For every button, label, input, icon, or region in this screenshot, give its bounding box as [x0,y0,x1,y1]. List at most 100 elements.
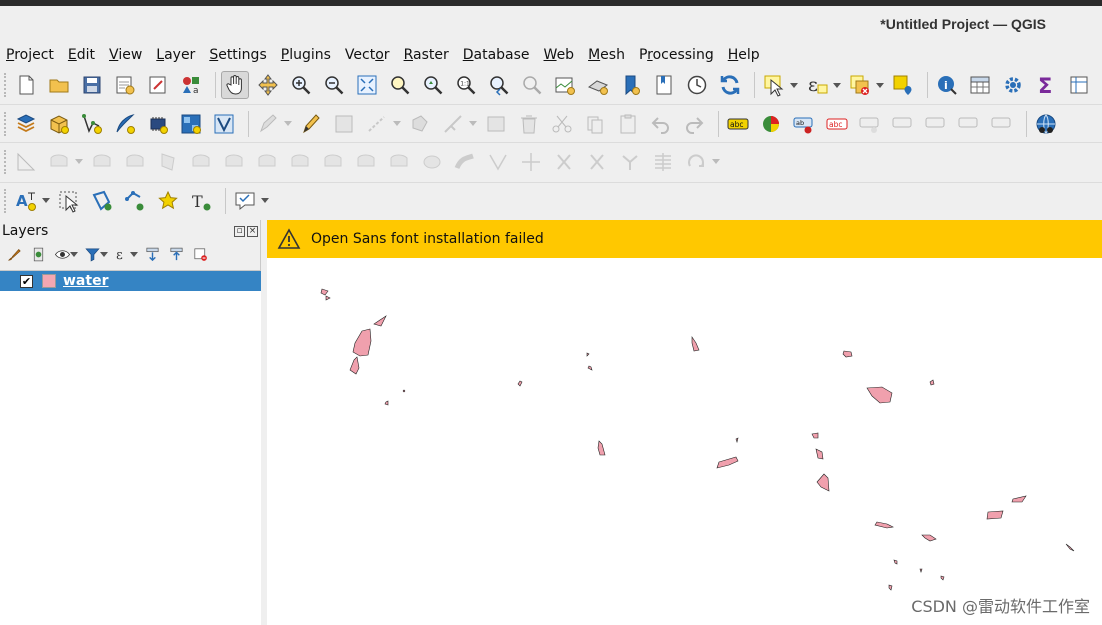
statistical-summary-button[interactable]: Σ [1032,71,1060,99]
water-polygon[interactable] [587,365,593,371]
water-polygon[interactable] [940,575,945,581]
measure-button[interactable] [1065,71,1093,99]
water-polygon[interactable] [919,568,923,573]
select-dropdown-arrow[interactable] [789,71,799,99]
menu-item-raster[interactable]: Raster [404,47,449,63]
water-polygon[interactable] [816,473,830,492]
map-themes-dropdown-arrow[interactable] [69,243,79,265]
expression-dropdown-arrow[interactable] [832,71,842,99]
menu-item-layer[interactable]: Layer [156,47,195,63]
zoom-native-resolution-button[interactable]: 1:1 [452,71,480,99]
new-bookmark-button[interactable] [617,71,645,99]
new-project-button[interactable] [12,71,40,99]
layer-name[interactable]: water [63,273,108,289]
layer-tree-item-water[interactable]: ✔ water [0,271,261,291]
water-polygon[interactable] [811,432,819,439]
layer-diagram-options-button[interactable] [757,110,785,138]
open-attribute-table-button[interactable] [966,71,994,99]
new-map-view-button[interactable] [551,71,579,99]
layer-labeling-options-button[interactable]: abc [724,110,752,138]
menu-item-edit[interactable]: Edit [68,47,95,63]
pan-map-button[interactable] [221,71,249,99]
pan-to-selection-button[interactable] [254,71,282,99]
new-temporary-layer-button[interactable] [144,110,172,138]
point-text-annotation-button[interactable]: T [187,187,215,215]
water-polygon[interactable] [842,350,853,358]
modify-annotations-button[interactable] [55,187,83,215]
water-polygon[interactable] [349,356,360,375]
toolbar-grip[interactable] [4,73,8,97]
close-panel-icon[interactable]: × [247,225,258,237]
menu-item-view[interactable]: View [109,47,142,63]
menu-item-mesh[interactable]: Mesh [588,47,625,63]
open-project-button[interactable] [45,71,73,99]
zoom-to-selection-button[interactable] [386,71,414,99]
new-shapefile-layer-button[interactable] [78,110,106,138]
menu-item-project[interactable]: Project [6,47,54,63]
water-polygon[interactable] [597,440,606,456]
menu-item-help[interactable]: Help [728,47,760,63]
select-location-button[interactable] [889,71,917,99]
new-virtual-vector-button[interactable] [210,110,238,138]
menu-item-web[interactable]: Web [544,47,575,63]
toggle-label-display-button[interactable]: abc [823,110,851,138]
collapse-all-button[interactable] [165,243,187,265]
float-panel-icon[interactable]: ▫ [234,225,245,237]
toggle-editing-button[interactable] [297,110,325,138]
water-polygon[interactable] [691,336,700,352]
layer-visibility-checkbox[interactable]: ✔ [20,274,33,288]
new-print-layout-button[interactable] [111,71,139,99]
new-3d-view-button[interactable] [584,71,612,99]
new-geopackage-layer-button[interactable] [45,110,73,138]
zoom-full-button[interactable] [353,71,381,99]
menu-item-database[interactable]: Database [463,47,530,63]
new-virtual-layer-button[interactable] [177,110,205,138]
water-polygon[interactable] [517,380,523,387]
water-polygon[interactable] [815,448,824,460]
water-polygon[interactable] [1065,543,1075,552]
water-polygon[interactable] [735,437,739,444]
identify-features-button[interactable]: i [933,71,961,99]
water-polygon[interactable] [893,559,898,565]
text-annotation-button[interactable]: A [12,187,40,215]
zoom-out-button[interactable] [320,71,348,99]
annotation-tools-button[interactable] [231,187,259,215]
zoom-to-layer-button[interactable] [419,71,447,99]
layer-symbol-swatch[interactable] [42,274,56,288]
water-polygon[interactable] [384,400,389,406]
select-by-expression-button[interactable]: ε [803,71,831,99]
menu-item-vector[interactable]: Vector [345,47,390,63]
open-layer-styling-button[interactable] [3,243,25,265]
water-polygon[interactable] [352,328,372,357]
water-polygon[interactable] [1011,495,1027,503]
water-polygon[interactable] [888,584,893,591]
toolbox-button[interactable] [999,71,1027,99]
menu-item-plugins[interactable]: Plugins [281,47,331,63]
water-polygon[interactable] [320,288,329,296]
toolbar-grip[interactable] [4,149,8,174]
layout-manager-button[interactable] [144,71,172,99]
annotation-tools-dropdown-arrow[interactable] [260,187,270,215]
new-spatialite-layer-button[interactable] [111,110,139,138]
water-polygon[interactable] [866,386,893,404]
map-canvas[interactable] [267,258,1102,625]
deselect-features-button[interactable] [846,71,874,99]
style-manager-button[interactable]: a [177,71,205,99]
line-annotation-button[interactable] [121,187,149,215]
zoom-last-button[interactable] [485,71,513,99]
zoom-in-button[interactable] [287,71,315,99]
water-polygon[interactable] [373,315,387,327]
expand-all-button[interactable] [141,243,163,265]
select-features-button[interactable] [760,71,788,99]
remove-layer-button[interactable] [189,243,211,265]
menu-item-processing[interactable]: Processing [639,47,714,63]
expression-filter-dropdown-arrow[interactable] [129,243,139,265]
refresh-button[interactable] [716,71,744,99]
data-source-manager-button[interactable] [12,110,40,138]
water-polygon[interactable] [716,456,739,469]
polygon-annotation-button[interactable] [88,187,116,215]
toolbar-grip[interactable] [4,188,8,213]
toolbar-grip[interactable] [4,111,8,136]
annotation-dropdown-arrow[interactable] [41,187,51,215]
save-project-button[interactable] [78,71,106,99]
